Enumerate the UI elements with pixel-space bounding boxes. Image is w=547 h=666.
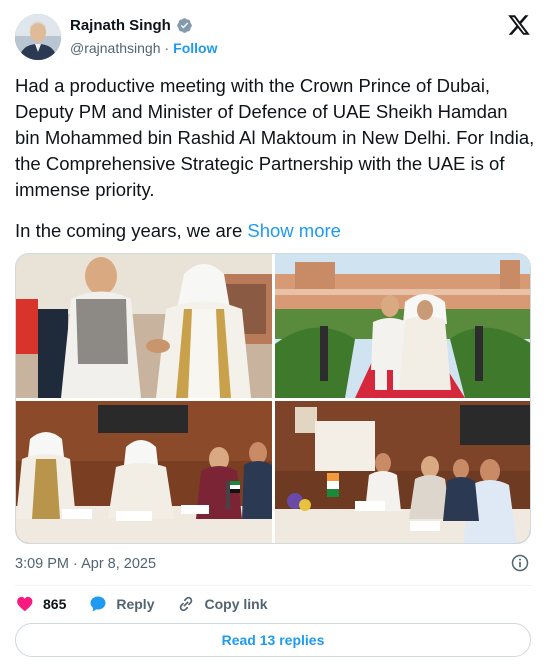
- tweet-timestamp[interactable]: 3:09 PM · Apr 8, 2025: [15, 556, 156, 572]
- reply-button[interactable]: Reply: [88, 594, 154, 614]
- media-image-handshake[interactable]: [16, 254, 272, 398]
- read-replies-label: Read 13 replies: [221, 632, 325, 648]
- show-more-link[interactable]: Show more: [247, 220, 341, 241]
- copy-link-button[interactable]: Copy link: [176, 594, 268, 614]
- author-handle[interactable]: @rajnathsingh: [70, 40, 161, 56]
- info-icon[interactable]: [510, 553, 530, 573]
- media-image-india-delegation[interactable]: [275, 401, 530, 543]
- reply-label: Reply: [116, 596, 155, 612]
- avatar-image: [15, 14, 61, 60]
- tweet-text-continued-row: In the coming years, we are Show more: [15, 218, 341, 244]
- verified-badge-icon: [177, 18, 192, 33]
- tweet-text-main: Had a productive meeting with the Crown …: [15, 75, 535, 200]
- tweet-text: Had a productive meeting with the Crown …: [15, 73, 535, 203]
- author-name[interactable]: Rajnath Singh: [70, 17, 171, 34]
- media-image-walk[interactable]: [275, 254, 530, 398]
- author-name-row: Rajnath Singh: [70, 17, 193, 34]
- heart-icon: [17, 596, 33, 612]
- media-image-uae-delegation[interactable]: [16, 401, 272, 543]
- follow-button[interactable]: Follow: [173, 40, 217, 56]
- link-icon: [180, 596, 193, 612]
- handle-separator: ·: [164, 40, 170, 56]
- like-count: 865: [43, 596, 67, 612]
- author-handle-row: @rajnathsingh · Follow: [70, 40, 218, 56]
- media-grid: [15, 253, 531, 544]
- reply-bubble-icon: [90, 596, 106, 612]
- action-bar: 865 Reply Copy link: [15, 592, 268, 616]
- avatar[interactable]: [15, 14, 61, 60]
- like-button[interactable]: 865: [15, 594, 66, 614]
- x-logo-icon[interactable]: [507, 13, 531, 37]
- read-replies-button[interactable]: Read 13 replies: [15, 623, 531, 657]
- tweet-card: Rajnath Singh @rajnathsingh · Follow Had…: [0, 0, 547, 666]
- tweet-text-continued: In the coming years, we are: [15, 220, 243, 241]
- divider: [15, 585, 532, 586]
- copy-link-label: Copy link: [204, 596, 268, 612]
